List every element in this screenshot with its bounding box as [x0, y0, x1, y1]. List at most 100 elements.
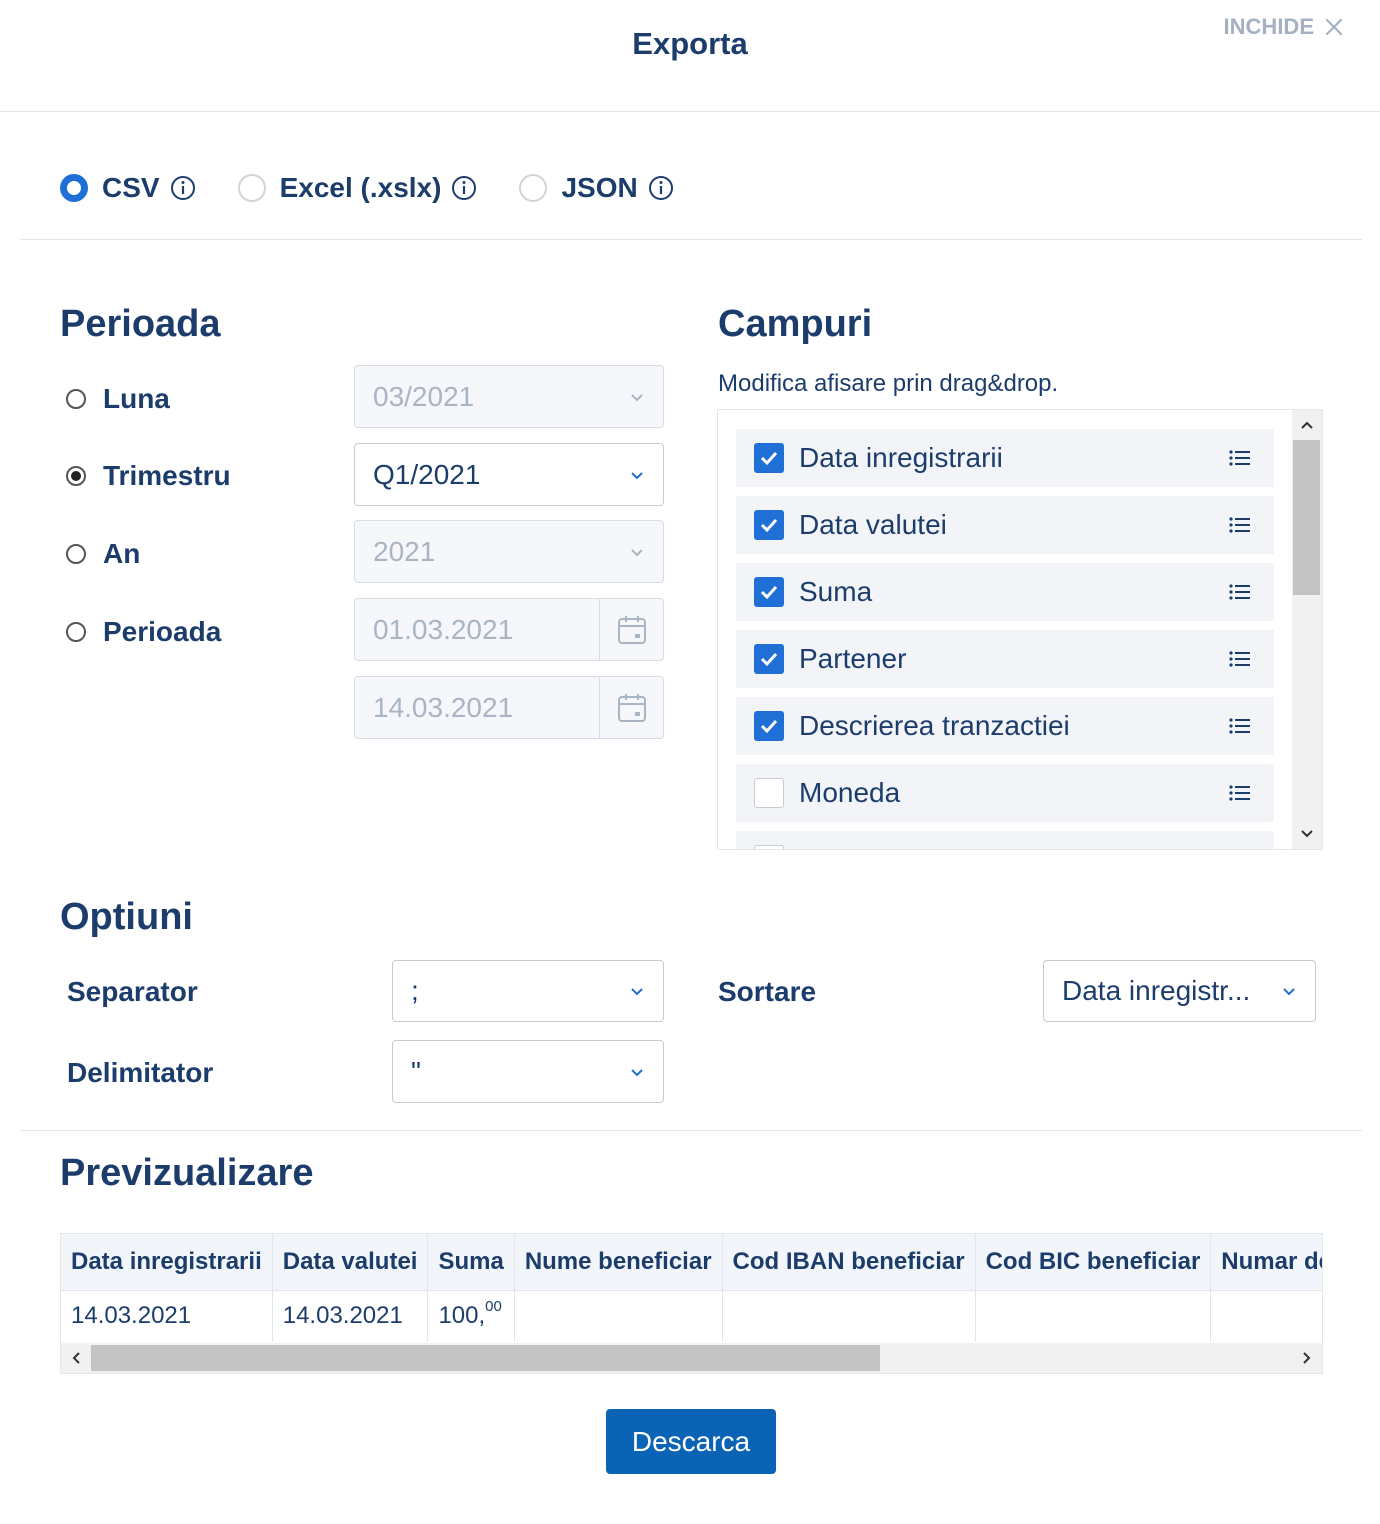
table-cell [514, 1290, 723, 1342]
horizontal-scrollbar[interactable] [61, 1343, 1322, 1373]
download-button[interactable]: Descarca [606, 1409, 776, 1474]
column-header: Cod BIC beneficiar [975, 1234, 1212, 1291]
radio-quarter[interactable] [66, 466, 86, 486]
close-label: INCHIDE [1223, 14, 1314, 39]
format-label-excel: Excel (.xslx) [279, 172, 442, 203]
amount-decimals: 00 [485, 1298, 502, 1316]
field-item[interactable]: Suma [736, 563, 1274, 621]
format-label-csv: CSV [102, 172, 160, 203]
fields-list[interactable]: Data inregistrarii Data valutei Suma Par… [717, 409, 1323, 850]
year-select[interactable]: 2021 [354, 520, 664, 583]
start-date-field[interactable]: 01.03.2021 [354, 598, 664, 661]
field-label: Data inregistrarii [799, 442, 1003, 473]
period-option-month[interactable]: Luna [66, 383, 170, 415]
close-icon [1325, 18, 1343, 36]
radio-csv[interactable] [60, 174, 88, 202]
calendar-icon [617, 693, 646, 722]
drag-handle-icon[interactable] [1228, 582, 1252, 602]
radio-excel[interactable] [237, 174, 266, 202]
radio-month[interactable] [66, 389, 86, 409]
check-icon [760, 585, 778, 600]
column-header: Data inregistrarii [61, 1234, 273, 1291]
table-header-row: Data inregistrarii Data valutei Suma Num… [61, 1234, 1322, 1291]
field-item[interactable]: Partener [736, 630, 1274, 688]
field-item[interactable]: Data inregistrarii [736, 429, 1274, 487]
info-icon[interactable] [451, 175, 477, 201]
period-heading: Perioada [60, 303, 221, 345]
delimiter-label: Delimitator [67, 1057, 214, 1088]
drag-handle-icon[interactable] [1228, 448, 1252, 468]
table-cell [975, 1290, 1212, 1342]
options-heading: Optiuni [60, 896, 193, 938]
preview-table: Data inregistrarii Data valutei Suma Num… [60, 1233, 1323, 1374]
field-label: Suma [799, 576, 873, 607]
info-icon[interactable] [170, 175, 196, 201]
period-option-year[interactable]: An [66, 538, 140, 570]
sort-value: Data inregistr... [1062, 975, 1251, 1006]
end-date-value: 14.03.2021 [373, 691, 514, 723]
info-icon[interactable] [648, 175, 674, 201]
chevron-down-icon [1283, 988, 1295, 996]
fields-subtitle: Modifica afisare prin drag&drop. [718, 370, 1059, 397]
separator-select[interactable]: ; [392, 960, 664, 1022]
period-label-quarter: Trimestru [103, 460, 231, 491]
chevron-down-icon [631, 471, 643, 479]
column-header: Suma [427, 1234, 515, 1291]
table-cell: 14.03.2021 [61, 1290, 273, 1342]
delimiter-value: " [411, 1055, 421, 1087]
format-option-excel[interactable]: Excel (.xslx) [237, 172, 478, 204]
amount-integer: 100, [438, 1302, 486, 1330]
field-checkbox[interactable] [754, 644, 784, 674]
field-item[interactable]: Descrierea tranzactiei [736, 697, 1274, 755]
scroll-down-icon[interactable] [1299, 825, 1315, 841]
drag-handle-icon[interactable] [1228, 783, 1252, 803]
drag-handle-icon[interactable] [1228, 515, 1252, 535]
scroll-left-icon[interactable] [69, 1350, 85, 1366]
table-cell [1210, 1290, 1322, 1342]
divider [20, 1130, 1362, 1131]
radio-year[interactable] [66, 544, 86, 564]
scrollbar-thumb[interactable] [1293, 440, 1320, 595]
period-option-quarter[interactable]: Trimestru [66, 460, 231, 492]
quarter-select[interactable]: Q1/2021 [354, 443, 664, 506]
field-checkbox[interactable] [754, 577, 784, 607]
scroll-up-icon[interactable] [1299, 418, 1315, 434]
field-checkbox[interactable] [754, 778, 784, 808]
table-cell [722, 1290, 976, 1342]
column-header: Numar de [1210, 1234, 1322, 1291]
divider [20, 239, 1362, 240]
radio-json[interactable] [519, 174, 548, 202]
format-option-csv[interactable]: CSV [60, 172, 196, 204]
field-checkbox[interactable] [754, 711, 784, 741]
chevron-down-icon [631, 548, 643, 556]
field-item-partial[interactable] [736, 831, 1274, 849]
column-header: Data valutei [272, 1234, 429, 1291]
field-item[interactable]: Moneda [736, 764, 1274, 822]
close-button[interactable]: INCHIDE [1224, 14, 1344, 40]
delimiter-select[interactable]: " [392, 1040, 664, 1103]
sort-select[interactable]: Data inregistr... [1043, 960, 1316, 1022]
check-icon [760, 518, 778, 533]
drag-handle-icon[interactable] [1228, 649, 1252, 669]
end-date-field[interactable]: 14.03.2021 [354, 676, 664, 739]
sort-label: Sortare [718, 976, 817, 1007]
modal-header: Exporta INCHIDE [0, 0, 1380, 112]
field-item[interactable]: Data valutei [736, 496, 1274, 554]
radio-range[interactable] [66, 622, 86, 642]
vertical-scrollbar[interactable] [1292, 410, 1322, 849]
period-label-range: Perioada [103, 616, 222, 647]
quarter-select-value: Q1/2021 [373, 458, 481, 490]
table-cell-amount: 100,00 [427, 1290, 515, 1342]
field-checkbox[interactable] [754, 510, 784, 540]
format-label-json: JSON [561, 172, 638, 203]
field-checkbox[interactable] [754, 845, 784, 849]
format-option-json[interactable]: JSON [519, 172, 673, 204]
month-select[interactable]: 03/2021 [354, 365, 664, 428]
period-option-range[interactable]: Perioada [66, 616, 221, 648]
scroll-right-icon[interactable] [1298, 1350, 1314, 1366]
drag-handle-icon[interactable] [1228, 716, 1252, 736]
calendar-button[interactable] [599, 599, 663, 660]
field-checkbox[interactable] [754, 443, 784, 473]
scrollbar-thumb[interactable] [91, 1345, 880, 1371]
calendar-button[interactable] [599, 677, 663, 738]
